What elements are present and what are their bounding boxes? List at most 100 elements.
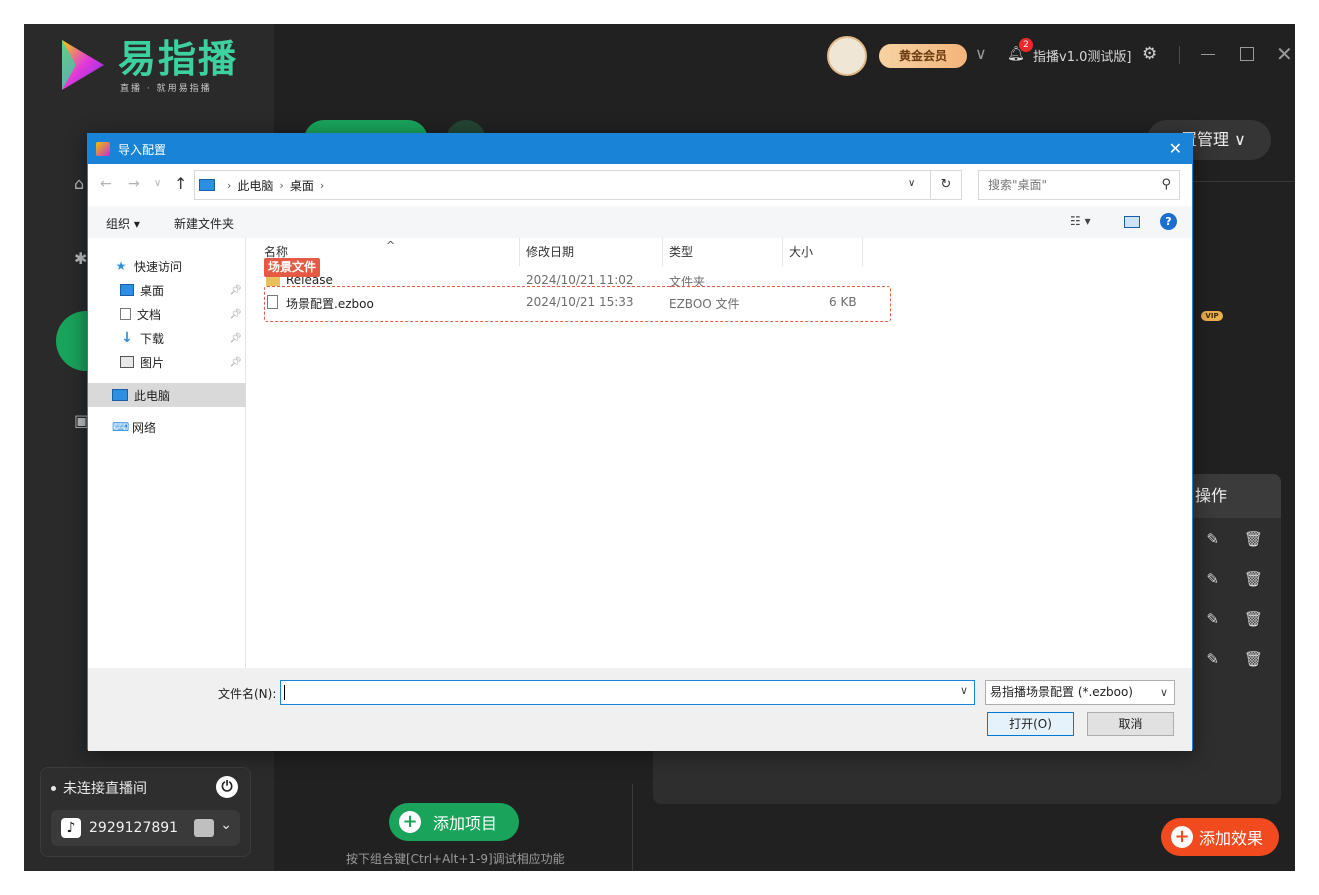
download-icon: ↓	[121, 330, 133, 346]
add-effect-button[interactable]: + 添加效果	[1161, 818, 1279, 856]
vip-tag: VIP	[1201, 311, 1223, 321]
version-label: 指播v1.0测试版]	[1033, 50, 1132, 65]
nav-item-this-pc[interactable]: 此电脑	[88, 383, 246, 407]
breadcrumb-item[interactable]: 此电脑	[237, 177, 273, 194]
nav-item-label: 下载	[140, 331, 165, 346]
filename-input[interactable]: ∨	[280, 680, 975, 705]
filename-label: 文件名(N):	[218, 687, 277, 701]
gear-icon[interactable]: ⚙	[1142, 44, 1157, 64]
brand-slogan: 直播 · 就用易指播	[120, 83, 212, 94]
pin-icon[interactable]: 📌︎	[229, 357, 242, 368]
trash-icon[interactable]: 🗑︎	[1244, 570, 1263, 588]
nav-item-label: 图片	[140, 355, 165, 370]
nav-item-quick-access[interactable]: ★ 快速访问	[88, 254, 246, 278]
column-header-size[interactable]: 大小	[783, 238, 863, 266]
live-connection-card: 未连接直播间 ⏻ ♪ 2929127891 ⌄	[40, 767, 251, 857]
minimize-button[interactable]	[1201, 54, 1215, 55]
chevron-down-icon[interactable]: ∨	[975, 44, 987, 63]
dialog-title: 导入配置	[118, 142, 167, 157]
dialog-titlebar: 导入配置 ✕	[88, 134, 1192, 164]
search-input[interactable]: 搜索"桌面" ⚲	[978, 170, 1180, 200]
search-placeholder: 搜索"桌面"	[988, 178, 1048, 192]
cancel-button[interactable]: 取消	[1087, 712, 1174, 736]
nav-item-downloads[interactable]: ↓ 下载 📌︎	[88, 326, 246, 350]
dialog-toolbar: 组织 ▾ 新建文件夹 ☷ ▾ ?	[88, 206, 1192, 238]
pin-icon[interactable]: 📌︎	[229, 309, 242, 320]
chevron-down-icon[interactable]: ⌄	[220, 817, 232, 833]
annotation-highlight	[264, 286, 891, 322]
help-icon[interactable]: ?	[1160, 213, 1177, 230]
brand-logo: 易指播 直播 · 就用易指播	[56, 36, 238, 94]
power-button[interactable]: ⏻	[216, 776, 238, 798]
trash-icon[interactable]: 🗑︎	[1244, 530, 1263, 548]
organize-menu[interactable]: 组织 ▾	[106, 215, 140, 232]
column-header-date[interactable]: 修改日期	[520, 238, 663, 266]
connection-status: 未连接直播间	[63, 781, 147, 797]
account-selector[interactable]: ♪ 2929127891 ⌄	[51, 810, 240, 846]
open-button[interactable]: 打开(O)	[987, 712, 1074, 736]
maximize-button[interactable]	[1240, 47, 1254, 61]
document-icon	[120, 308, 131, 320]
new-folder-button[interactable]: 新建文件夹	[174, 215, 234, 232]
add-effect-label: 添加效果	[1199, 829, 1264, 848]
divider	[632, 784, 633, 871]
edit-icon[interactable]: ✎	[1206, 650, 1219, 668]
forward-icon[interactable]: →	[128, 176, 140, 192]
refresh-button[interactable]: ↻	[930, 170, 962, 200]
nav-item-documents[interactable]: 文档 📌︎	[88, 302, 246, 326]
nav-item-label: 桌面	[140, 283, 165, 298]
view-options-icon[interactable]: ☷ ▾	[1070, 214, 1091, 228]
up-icon[interactable]: ↑	[174, 174, 187, 193]
recent-dropdown-icon[interactable]: ∨	[154, 178, 161, 189]
close-icon[interactable]: ✕	[1276, 42, 1293, 66]
file-list: ^ 名称 修改日期 类型 大小 Release 2024/10/21 11:02…	[246, 238, 1192, 668]
notification-count: 2	[1019, 38, 1033, 52]
address-bar[interactable]: › 此电脑 › 桌面 ›	[194, 170, 932, 200]
column-header-type[interactable]: 类型	[663, 238, 783, 266]
desktop-icon	[120, 284, 134, 296]
nav-item-label: 网络	[132, 420, 157, 435]
close-icon[interactable]: ✕	[1169, 139, 1182, 158]
breadcrumb-item[interactable]: 桌面	[290, 177, 314, 194]
divider	[1179, 46, 1180, 64]
picture-icon	[120, 356, 134, 368]
trash-icon[interactable]: 🗑︎	[1244, 610, 1263, 628]
edit-icon[interactable]: ✎	[1206, 530, 1219, 548]
address-row: ← → ∨ ↑ › 此电脑 › 桌面 › ∨ ↻ 搜索"桌面" ⚲	[88, 164, 1192, 206]
search-icon[interactable]: ⚲	[1161, 171, 1171, 199]
account-id: 2929127891	[89, 820, 179, 836]
nav-item-label: 此电脑	[134, 388, 171, 403]
vip-badge[interactable]: 黄金会员	[879, 44, 967, 68]
add-project-button[interactable]: + 添加项目	[389, 803, 519, 841]
keyboard-icon[interactable]	[194, 819, 214, 837]
back-icon[interactable]: ←	[100, 176, 112, 192]
chevron-down-icon[interactable]: ∨	[908, 178, 915, 189]
star-icon: ★	[115, 259, 127, 273]
nav-item-pictures[interactable]: 图片 📌︎	[88, 350, 246, 374]
annotation-label: 场景文件	[264, 258, 321, 277]
filetype-select[interactable]: 易指播场景配置 (*.ezboo) ∨	[985, 680, 1175, 705]
filetype-value: 易指播场景配置 (*.ezboo)	[990, 685, 1133, 699]
sort-ascending-icon: ^	[386, 239, 396, 252]
brand-name: 易指播	[118, 36, 239, 81]
hotkey-hint: 按下组合键[Ctrl+Alt+1-9]调试相应功能	[346, 852, 565, 866]
nav-item-network[interactable]: ⌨ 网络	[88, 415, 246, 439]
avatar[interactable]	[827, 36, 867, 76]
network-icon: ⌨	[112, 420, 130, 434]
ops-header: 操作	[1191, 474, 1281, 518]
chevron-down-icon[interactable]: ∨	[960, 684, 968, 697]
edit-icon[interactable]: ✎	[1206, 570, 1219, 588]
edit-icon[interactable]: ✎	[1206, 610, 1219, 628]
navigation-pane: ★ 快速访问 桌面 📌︎ 文档 📌︎ ↓ 下载 📌︎ 图片 📌︎ 此电脑 ⌨ 网…	[88, 238, 246, 668]
import-config-dialog: 导入配置 ✕ ← → ∨ ↑ › 此电脑 › 桌面 › ∨ ↻ 搜索"桌面" ⚲…	[87, 133, 1193, 751]
chevron-down-icon[interactable]: ∨	[1160, 681, 1168, 704]
add-project-label: 添加项目	[433, 814, 498, 833]
computer-icon	[112, 389, 128, 401]
text-caret	[284, 685, 285, 700]
nav-item-label: 文档	[137, 307, 162, 322]
preview-pane-icon[interactable]	[1124, 216, 1140, 228]
nav-item-desktop[interactable]: 桌面 📌︎	[88, 278, 246, 302]
pin-icon[interactable]: 📌︎	[229, 333, 242, 344]
trash-icon[interactable]: 🗑︎	[1244, 650, 1263, 668]
pin-icon[interactable]: 📌︎	[229, 285, 242, 296]
